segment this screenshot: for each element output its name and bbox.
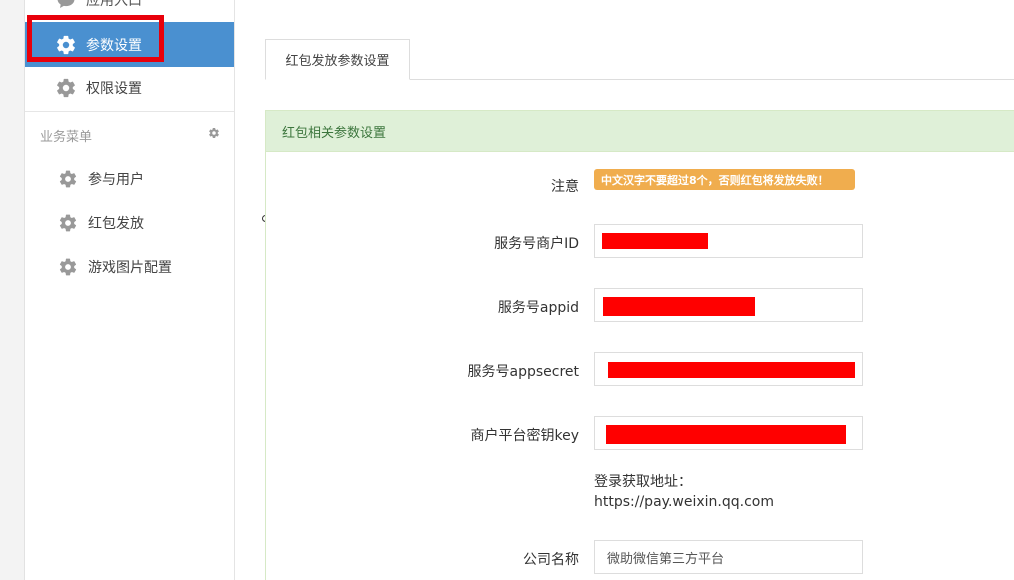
warning-badge: 中文汉字不要超过8个，否则红包将发放失败！ (594, 169, 855, 190)
sidebar-item-param-settings[interactable]: 参数设置 (25, 22, 234, 67)
help-link[interactable]: https://pay.weixin.qq.com (594, 492, 774, 512)
redaction-bar (602, 233, 708, 249)
sidebar-divider (25, 111, 234, 112)
company-name-field[interactable]: 微助微信第三方平台 (594, 540, 863, 574)
gear-icon[interactable] (208, 127, 220, 143)
gear-icon (57, 212, 79, 234)
redaction-bar (603, 297, 755, 316)
sidebar-item-participants[interactable]: 参与用户 (25, 157, 234, 201)
sidebar-group-label: 业务菜单 (40, 129, 93, 145)
sidebar-item-app-entry[interactable]: 应用入口 (25, 0, 234, 22)
appid-label: 服务号appid (497, 300, 579, 316)
gear-icon (57, 168, 79, 190)
help-line: 登录获取地址： (594, 474, 692, 490)
sidebar-item-label: 参与用户 (88, 172, 144, 188)
sidebar-item-label: 红包发放 (88, 216, 144, 232)
note-label: 注意 (551, 179, 579, 195)
merchant-key-label: 商户平台密钥key (470, 428, 579, 444)
gear-icon (57, 256, 79, 278)
sidebar-item-permission-settings[interactable]: 权限设置 (25, 66, 234, 110)
sidebar-item-red-packet[interactable]: 红包发放 (25, 201, 234, 245)
sidebar-item-game-image-config[interactable]: 游戏图片配置 (25, 245, 234, 289)
panel-heading: 红包相关参数设置 (266, 111, 1014, 152)
sidebar-item-label: 应用入口 (86, 0, 142, 9)
sidebar: 应用入口 参数设置 权限设置 业务菜单 参与用户 红包发放 游戏图片配置 (25, 0, 235, 580)
left-strip (0, 0, 25, 580)
sidebar-group-header: 业务菜单 (40, 126, 220, 145)
sidebar-item-label: 游戏图片配置 (88, 260, 172, 276)
tab-red-packet-params[interactable]: 红包发放参数设置 (265, 39, 410, 80)
sidebar-item-label: 参数设置 (86, 37, 142, 54)
gear-icon (55, 77, 77, 99)
company-name-label: 公司名称 (523, 552, 579, 568)
redaction-bar (606, 425, 846, 444)
help-text: 登录获取地址： https://pay.weixin.qq.com (594, 472, 774, 512)
redaction-bar (608, 362, 855, 378)
chat-bubble-icon (55, 0, 77, 11)
sidebar-item-label: 权限设置 (86, 81, 142, 97)
appsecret-label: 服务号appsecret (467, 364, 579, 380)
merchant-id-label: 服务号商户ID (494, 236, 579, 252)
gear-icon (55, 34, 77, 56)
